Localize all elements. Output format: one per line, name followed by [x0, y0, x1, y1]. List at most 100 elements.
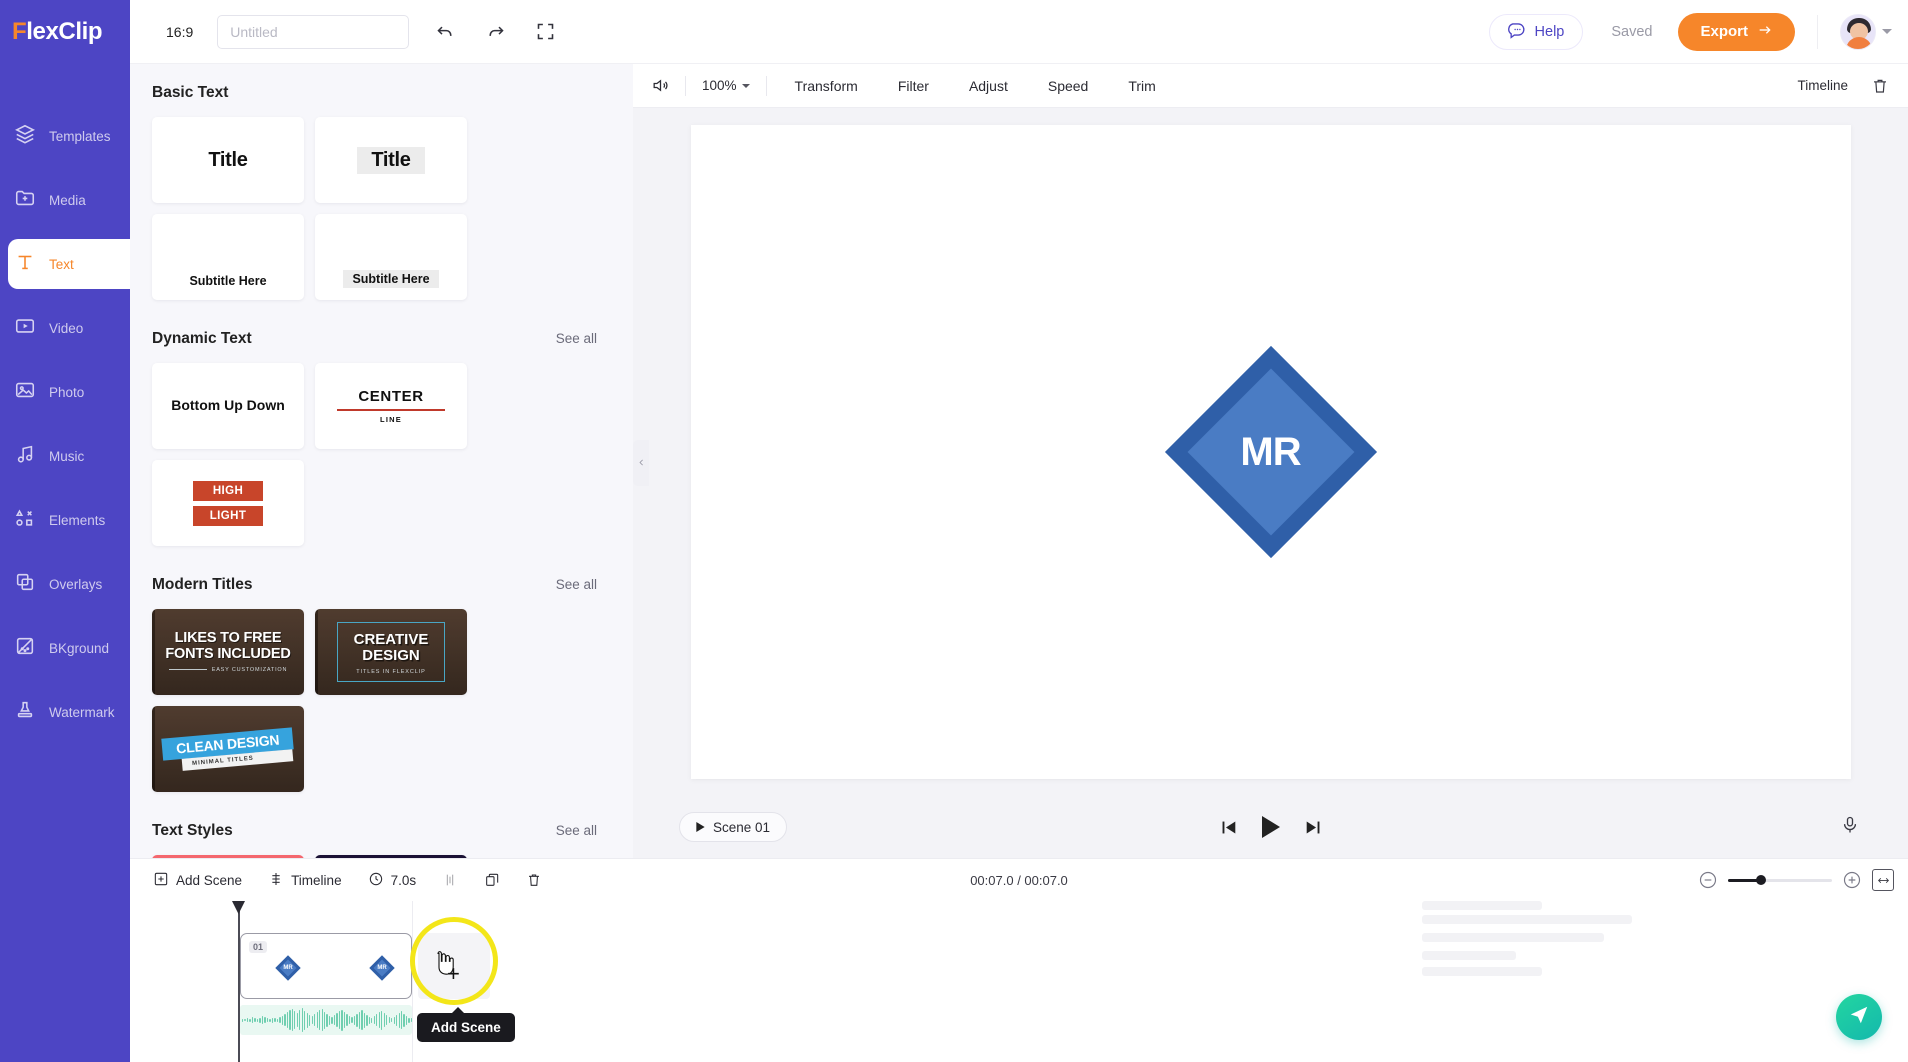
arrow-right-icon: [1757, 22, 1773, 42]
skip-next-icon[interactable]: [1305, 819, 1322, 836]
text-template-tile[interactable]: HIGH LIGHT: [152, 460, 304, 546]
text-template-tile[interactable]: LIKES TO FREE FONTS INCLUDED EASY CUSTOM…: [152, 609, 304, 695]
tile-label: HIGH: [193, 480, 263, 501]
tab-adjust[interactable]: Adjust: [949, 78, 1028, 94]
sidebar-item-video[interactable]: Video: [0, 296, 130, 360]
undo-icon[interactable]: [431, 18, 459, 46]
zoom-in-icon[interactable]: [1842, 870, 1862, 890]
sidebar-item-label: Text: [49, 256, 74, 272]
text-template-tile[interactable]: CENTER LINE: [315, 363, 467, 449]
logo-text: MR: [1240, 429, 1301, 474]
text-icon: [14, 251, 36, 278]
tab-transform[interactable]: Transform: [775, 78, 878, 94]
tile-label: CREATIVE: [353, 631, 429, 649]
ghost-block: [1422, 933, 1604, 942]
video-icon: [14, 315, 36, 342]
tooltip: Add Scene: [417, 1007, 515, 1042]
media-icon: [14, 187, 36, 214]
see-all-link[interactable]: See all: [556, 823, 597, 838]
video-canvas[interactable]: MR: [690, 125, 1851, 779]
text-template-tile[interactable]: Bottom Up Down: [152, 363, 304, 449]
timeline-panel: Add Scene Timeline 7.0s 00:07.0 / 00:07.…: [130, 858, 1908, 1062]
trash-icon[interactable]: [513, 865, 555, 895]
tab-trim[interactable]: Trim: [1108, 78, 1175, 94]
fullscreen-icon[interactable]: [531, 18, 559, 46]
sidebar-item-media[interactable]: Media: [0, 168, 130, 232]
skip-previous-icon[interactable]: [1220, 819, 1237, 836]
timeline-clip[interactable]: 01 MR MR: [240, 933, 412, 999]
avatar-body: [1846, 36, 1872, 49]
tile-sublabel: EASY CUSTOMIZATION: [211, 666, 288, 673]
text-template-tile[interactable]: Subtitle Here: [152, 214, 304, 300]
tile-sublabel: TITLES IN FLEXCLIP: [356, 668, 426, 675]
text-template-tile[interactable]: Title: [315, 117, 467, 203]
see-all-link[interactable]: See all: [556, 331, 597, 346]
fit-to-screen-icon[interactable]: [1872, 869, 1894, 891]
account-menu[interactable]: [1817, 13, 1892, 50]
add-scene-slot[interactable]: [418, 933, 490, 999]
tile-content: HIGH LIGHT: [193, 480, 263, 526]
text-template-tile[interactable]: Title: [152, 117, 304, 203]
text-library-panel: Basic Text Title Title Subtitle Here Sub…: [130, 64, 633, 858]
volume-icon[interactable]: [643, 69, 677, 103]
divider: [685, 75, 686, 96]
tab-filter[interactable]: Filter: [878, 78, 949, 94]
play-icon[interactable]: [1261, 816, 1281, 838]
panel-collapse-button[interactable]: [633, 440, 649, 486]
duration-button[interactable]: 7.0s: [355, 865, 430, 895]
export-label: Export: [1700, 23, 1748, 40]
sidebar-item-text[interactable]: Text: [0, 232, 130, 296]
text-template-tile[interactable]: CREATIVE DESIGN TITLES IN FLEXCLIP: [315, 609, 467, 695]
sidebar-item-elements[interactable]: Elements: [0, 488, 130, 552]
timeline-tracks: 01 MR MR + Add Scene: [130, 901, 1908, 1062]
stage-toolbar-right: Timeline: [1797, 72, 1908, 100]
app-logo[interactable]: FlexClip: [0, 0, 130, 64]
redo-icon[interactable]: [481, 18, 509, 46]
zoom-level-select[interactable]: 100%: [694, 78, 758, 93]
playhead[interactable]: [232, 901, 245, 1062]
ghost-block: [1422, 915, 1632, 924]
sidebar-item-templates[interactable]: Templates: [0, 104, 130, 168]
aspect-ratio-label[interactable]: 16:9: [166, 24, 193, 40]
duplicate-icon[interactable]: [471, 865, 513, 895]
sidebar-item-bkground[interactable]: BKground: [0, 616, 130, 680]
scene-chip[interactable]: Scene 01: [679, 812, 788, 842]
chat-fab-button[interactable]: [1836, 994, 1882, 1040]
tab-speed[interactable]: Speed: [1028, 78, 1108, 94]
timeline-toggle[interactable]: Timeline: [1797, 78, 1848, 93]
clip-thumbnail: MR: [369, 955, 395, 981]
playhead-handle[interactable]: [232, 901, 245, 914]
divider: [765, 75, 767, 96]
logo-f: F: [12, 18, 27, 45]
section-modern-titles: Modern Titles See all LIKES TO FREE FONT…: [130, 576, 633, 792]
export-button[interactable]: Export: [1678, 12, 1795, 51]
zoom-out-icon[interactable]: [1698, 870, 1718, 890]
sidebar-item-watermark[interactable]: Watermark: [0, 680, 130, 744]
add-scene-button[interactable]: Add Scene: [140, 865, 255, 895]
sidebar-item-overlays[interactable]: Overlays: [0, 552, 130, 616]
stage-toolbar: 100% Transform Filter Adjust Speed Trim …: [633, 64, 1908, 108]
chevron-down-icon: [741, 83, 750, 88]
ghost-block: [1422, 951, 1516, 960]
timeline-view-button[interactable]: Timeline: [255, 865, 355, 895]
timeline-zoom-controls: [1698, 869, 1908, 891]
sidebar-item-photo[interactable]: Photo: [0, 360, 130, 424]
templates-icon: [14, 123, 36, 150]
section-header: Dynamic Text See all: [130, 330, 633, 348]
avatar: [1840, 13, 1876, 50]
split-icon[interactable]: [429, 865, 471, 895]
sidebar-item-music[interactable]: Music: [0, 424, 130, 488]
microphone-icon[interactable]: [1840, 815, 1860, 840]
text-template-tile[interactable]: CLEAN DESIGN MINIMAL TITLES: [152, 706, 304, 792]
project-title-input[interactable]: Untitled: [217, 14, 410, 49]
canvas-logo[interactable]: MR: [1164, 345, 1377, 559]
zoom-slider-knob[interactable]: [1756, 875, 1766, 885]
clock-icon: [368, 871, 384, 890]
chevron-left-icon: [637, 454, 646, 472]
audio-track[interactable]: [240, 1005, 412, 1035]
text-template-tile[interactable]: Subtitle Here: [315, 214, 467, 300]
see-all-link[interactable]: See all: [556, 577, 597, 592]
zoom-slider[interactable]: [1728, 875, 1832, 885]
trash-icon[interactable]: [1866, 72, 1894, 100]
help-button[interactable]: Help: [1488, 13, 1584, 50]
